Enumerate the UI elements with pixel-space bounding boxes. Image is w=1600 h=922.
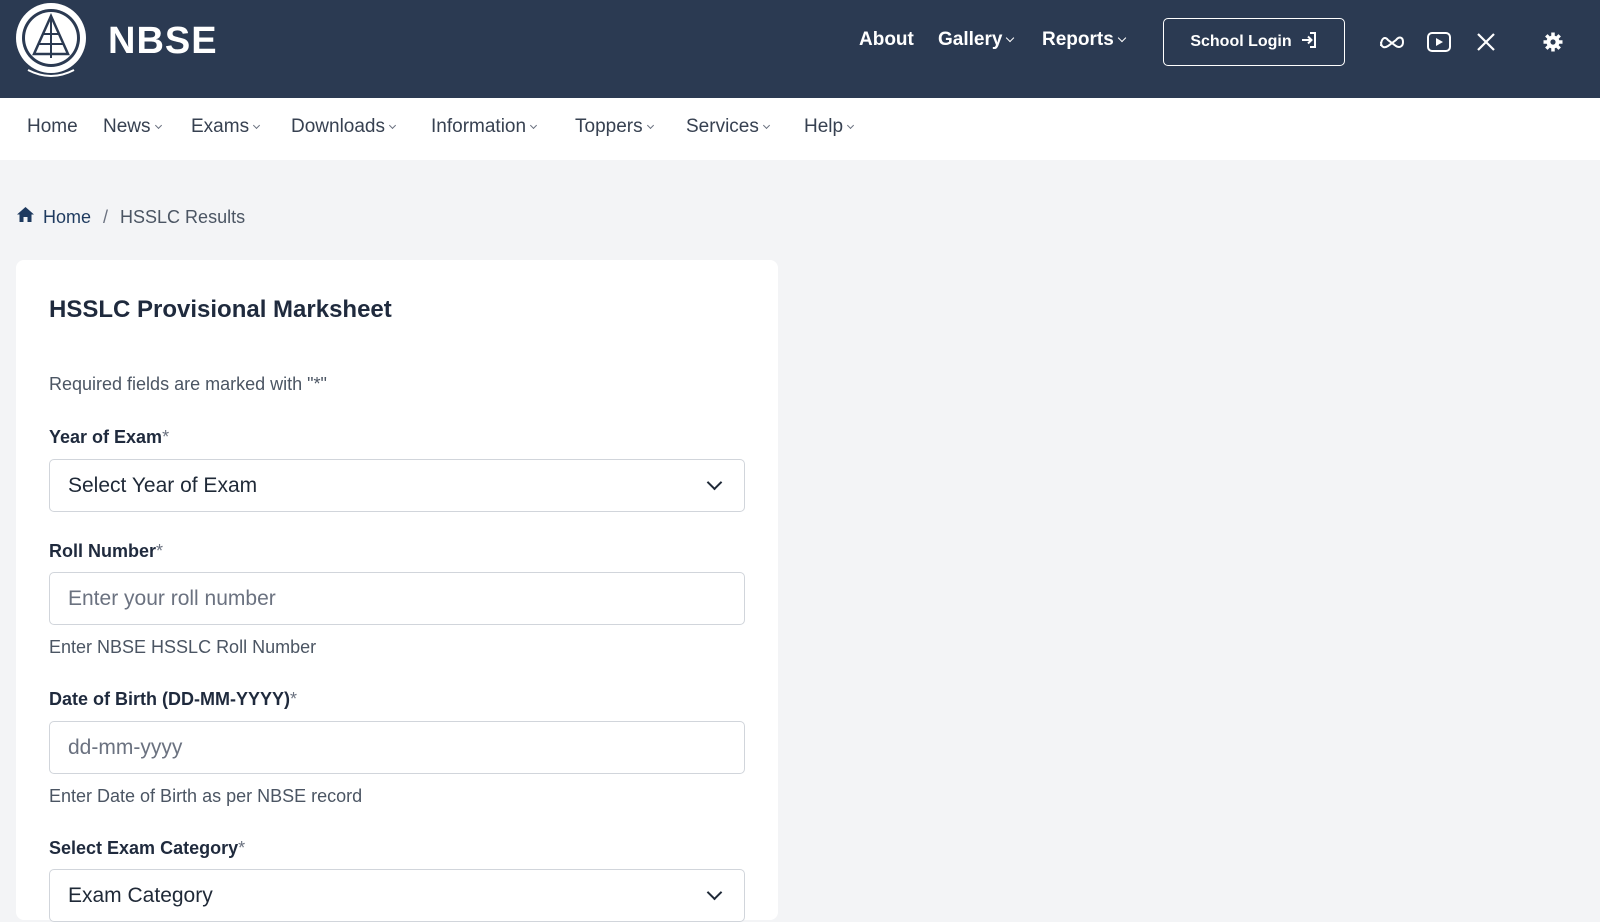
required-marker: * xyxy=(290,689,298,709)
required-marker: * xyxy=(238,838,246,858)
form-title: HSSLC Provisional Marksheet xyxy=(49,296,392,323)
chevron-down-icon xyxy=(706,474,723,491)
chevron-down-icon xyxy=(762,121,770,129)
youtube-icon[interactable] xyxy=(1425,28,1453,56)
exam-category-label-text: Select Exam Category xyxy=(49,838,239,858)
marksheet-form-card: HSSLC Provisional Marksheet Required fie… xyxy=(16,260,778,922)
nav-item-label: News xyxy=(103,116,151,137)
x-icon[interactable] xyxy=(1472,28,1500,56)
nav-item-label: Downloads xyxy=(291,116,385,137)
nav-item-news[interactable]: News xyxy=(103,116,162,138)
login-icon xyxy=(1300,31,1318,54)
chevron-down-icon xyxy=(1006,33,1015,43)
roll-number-help: Enter NBSE HSSLC Roll Number xyxy=(49,637,317,657)
exam-category-label: Select Exam Category* xyxy=(49,838,245,859)
required-marker: * xyxy=(162,427,170,447)
roll-number-label: Roll Number* xyxy=(49,541,163,562)
nbse-logo[interactable] xyxy=(14,0,88,84)
nav-item-label: Services xyxy=(686,116,759,137)
nav-item-label: Home xyxy=(27,116,78,137)
year-of-exam-label: Year of Exam* xyxy=(49,427,169,448)
school-login-button[interactable]: School Login xyxy=(1163,18,1345,66)
nav-item-label: Information xyxy=(431,116,527,137)
nav-item-help[interactable]: Help xyxy=(804,116,855,138)
brand-name[interactable]: NBSE xyxy=(108,20,218,63)
topnav-gallery[interactable]: Gallery xyxy=(938,29,1015,51)
dob-help: Enter Date of Birth as per NBSE record xyxy=(49,786,363,806)
required-marker: * xyxy=(156,541,164,561)
top-header: NBSE About Gallery Reports School Login xyxy=(0,0,1600,98)
nav-item-label: Help xyxy=(804,116,844,137)
exam-category-selected: Exam Category xyxy=(68,883,213,907)
settings-icon[interactable] xyxy=(1539,28,1567,56)
topnav-gallery-label: Gallery xyxy=(938,29,1003,50)
exam-category-select[interactable]: Exam Category xyxy=(49,869,745,922)
home-icon xyxy=(16,206,35,228)
breadcrumb: Home / HSSLC Results xyxy=(16,206,245,228)
topnav-reports[interactable]: Reports xyxy=(1042,29,1127,51)
school-login-label: School Login xyxy=(1190,33,1292,50)
nav-item-exams[interactable]: Exams xyxy=(191,116,261,138)
year-of-exam-select[interactable]: Select Year of Exam xyxy=(49,459,745,512)
chevron-down-icon xyxy=(1117,33,1127,43)
nav-item-home[interactable]: Home xyxy=(27,116,78,138)
nav-item-information[interactable]: Information xyxy=(431,116,538,138)
nav-item-downloads[interactable]: Downloads xyxy=(291,116,397,138)
required-fields-note: Required fields are marked with "*" xyxy=(49,374,327,394)
meta-icon[interactable] xyxy=(1378,28,1406,56)
nav-item-services[interactable]: Services xyxy=(686,116,770,138)
breadcrumb-home[interactable]: Home xyxy=(16,206,91,228)
topnav-about[interactable]: About xyxy=(859,29,914,51)
roll-number-label-text: Roll Number xyxy=(49,541,157,561)
year-of-exam-selected: Select Year of Exam xyxy=(68,473,258,497)
chevron-down-icon xyxy=(388,121,397,129)
breadcrumb-current: HSSLC Results xyxy=(120,206,246,227)
nav-item-toppers[interactable]: Toppers xyxy=(575,116,654,138)
year-of-exam-label-text: Year of Exam xyxy=(49,427,163,447)
chevron-down-icon xyxy=(253,121,261,129)
nav-item-label: Exams xyxy=(191,116,250,137)
chevron-down-icon xyxy=(706,884,723,901)
main-nav: Home News Exams Downloads Information To… xyxy=(0,98,1600,160)
dob-input[interactable] xyxy=(49,721,745,774)
breadcrumb-separator: / xyxy=(103,206,109,227)
chevron-down-icon xyxy=(154,121,162,129)
chevron-down-icon xyxy=(847,121,855,129)
topnav-about-label: About xyxy=(859,29,914,50)
roll-number-input[interactable] xyxy=(49,572,745,625)
dob-label-text: Date of Birth (DD-MM-YYYY) xyxy=(49,689,290,709)
dob-label: Date of Birth (DD-MM-YYYY)* xyxy=(49,689,297,710)
chevron-down-icon xyxy=(646,121,654,129)
topnav-reports-label: Reports xyxy=(1042,29,1114,50)
breadcrumb-home-label: Home xyxy=(43,206,92,227)
chevron-down-icon xyxy=(530,121,538,129)
nav-item-label: Toppers xyxy=(575,116,643,137)
